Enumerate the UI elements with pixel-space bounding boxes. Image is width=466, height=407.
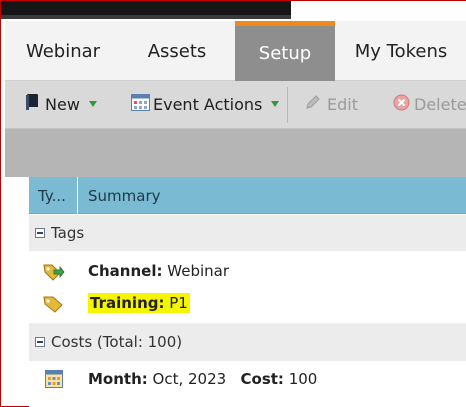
cost-value: 100	[288, 370, 318, 388]
new-book-icon	[25, 93, 39, 115]
calendar-icon	[43, 369, 65, 389]
pencil-icon	[305, 94, 321, 114]
tab-assets[interactable]: Assets	[121, 21, 233, 81]
event-calendar-icon	[131, 93, 150, 115]
table-row[interactable]: Channel: Webinar	[29, 255, 466, 287]
new-button[interactable]: New	[25, 81, 97, 127]
tag-icon	[43, 293, 65, 313]
toolbar-divider	[287, 87, 288, 123]
training-summary: Training: P1	[88, 287, 190, 319]
column-header-summary[interactable]: Summary	[79, 177, 161, 214]
group-tags: Tags	[29, 215, 466, 251]
top-strip	[1, 1, 466, 21]
top-dark-bar	[1, 1, 291, 15]
collapse-costs-toggle[interactable]	[35, 337, 45, 347]
tab-setup[interactable]: Setup	[235, 21, 335, 81]
tab-bar: Webinar Assets Setup My Tokens	[5, 21, 466, 81]
table-row[interactable]: Month: Oct, 2023 Cost: 100	[29, 363, 466, 395]
delete-button[interactable]: Delete	[393, 81, 466, 127]
cost-key: Cost:	[240, 370, 284, 388]
group-costs: Costs (Total: 100)	[29, 323, 466, 361]
tab-my-tokens[interactable]: My Tokens	[335, 21, 466, 81]
training-key: Training:	[90, 294, 165, 312]
channel-summary: Channel: Webinar	[88, 255, 229, 287]
tag-arrow-icon	[43, 261, 65, 281]
group-tags-label: Tags	[51, 224, 85, 242]
delete-button-label: Delete	[414, 94, 466, 114]
edit-button-label: Edit	[327, 94, 358, 114]
grey-band	[5, 129, 466, 177]
training-highlight: Training: P1	[88, 293, 190, 313]
setup-grid: Ty... Summary Tags Channel: Webinar Trai…	[29, 177, 466, 407]
column-header-type[interactable]: Ty...	[29, 177, 78, 214]
delete-x-icon	[393, 94, 410, 115]
grid-header: Ty... Summary	[29, 177, 466, 214]
month-key: Month:	[88, 370, 148, 388]
tab-webinar[interactable]: Webinar	[5, 21, 121, 81]
channel-value: Webinar	[167, 262, 230, 280]
channel-key: Channel:	[88, 262, 163, 280]
cost-summary: Month: Oct, 2023 Cost: 100	[88, 363, 317, 395]
group-costs-label: Costs (Total: 100)	[51, 333, 183, 351]
month-value: Oct, 2023	[152, 370, 227, 388]
new-button-label: New	[45, 94, 80, 114]
new-chevron-down-icon	[88, 101, 97, 107]
training-value: P1	[169, 294, 188, 312]
collapse-tags-toggle[interactable]	[35, 228, 45, 238]
top-dark-bar-lower	[1, 15, 291, 19]
table-row[interactable]: Training: P1	[29, 287, 466, 319]
event-actions-label: Event Actions	[153, 94, 263, 114]
event-actions-chevron-down-icon	[271, 101, 280, 107]
event-actions-button[interactable]: Event Actions	[131, 81, 280, 127]
toolbar: New Event Actions Edit Delete	[5, 81, 466, 129]
edit-button[interactable]: Edit	[305, 81, 358, 127]
